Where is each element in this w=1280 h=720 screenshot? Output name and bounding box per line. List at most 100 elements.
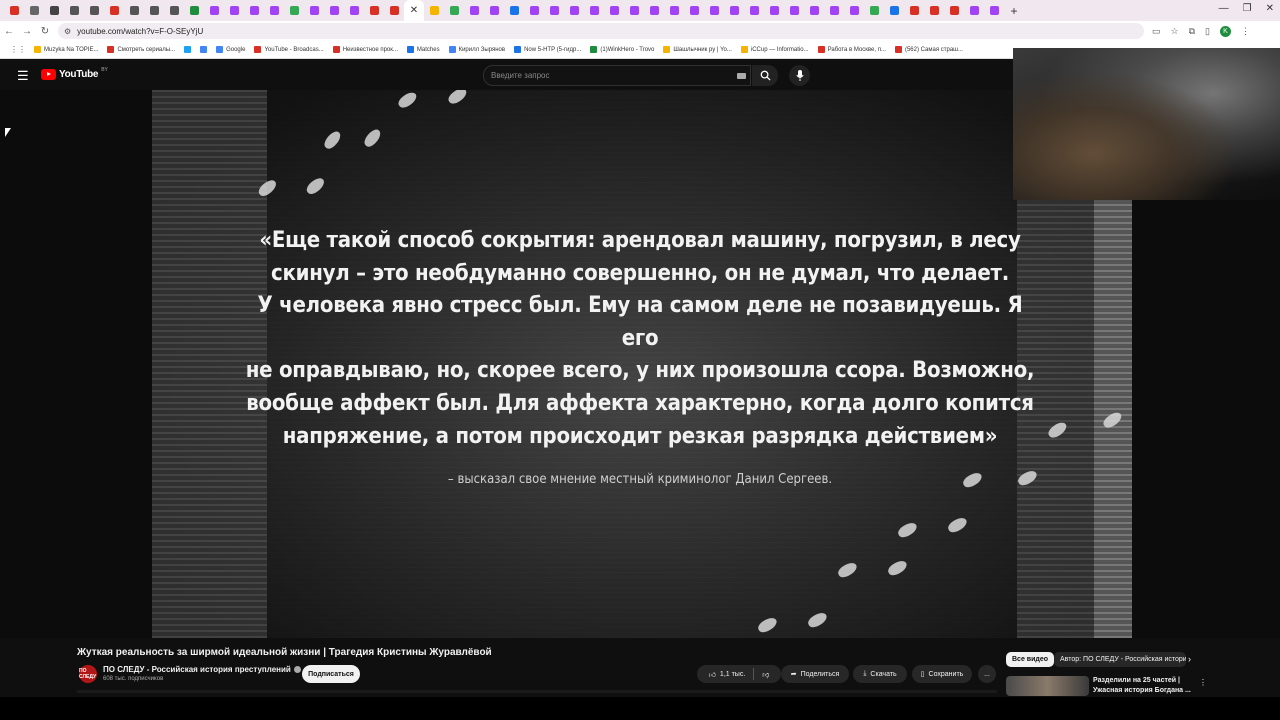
browser-tab[interactable] bbox=[184, 0, 204, 21]
browser-tab[interactable] bbox=[664, 0, 684, 21]
recommended-menu-icon[interactable]: ⋮ bbox=[1199, 678, 1207, 687]
reload-icon[interactable]: ↻ bbox=[36, 26, 54, 37]
youtube-logo[interactable]: YouTube BY bbox=[41, 67, 108, 80]
save-button[interactable]: ▯ Сохранить bbox=[912, 665, 972, 683]
browser-tab[interactable] bbox=[504, 0, 524, 21]
browser-tab[interactable] bbox=[844, 0, 864, 21]
browser-tab[interactable] bbox=[144, 0, 164, 21]
close-tab-icon[interactable]: ✕ bbox=[410, 5, 418, 16]
forward-icon[interactable]: → bbox=[18, 26, 36, 37]
chip-all-videos[interactable]: Все видео bbox=[1006, 652, 1055, 667]
dislike-button[interactable]: 👎︎ bbox=[762, 670, 769, 679]
browser-tab[interactable] bbox=[224, 0, 244, 21]
browser-tab[interactable] bbox=[804, 0, 824, 21]
bookmark-item[interactable]: (562) Самая страш... bbox=[894, 46, 963, 53]
minimize-icon[interactable]: — bbox=[1219, 3, 1229, 14]
browser-tab[interactable] bbox=[624, 0, 644, 21]
browser-tab[interactable] bbox=[684, 0, 704, 21]
chevron-right-icon[interactable]: › bbox=[1188, 654, 1191, 664]
apps-icon[interactable]: ⋮⋮ bbox=[10, 45, 26, 54]
browser-tab[interactable] bbox=[304, 0, 324, 21]
bookmark-star-icon[interactable]: ☆ bbox=[1171, 26, 1179, 37]
browser-tab[interactable] bbox=[964, 0, 984, 21]
cast-icon[interactable]: ▭ bbox=[1152, 26, 1161, 37]
browser-tab[interactable] bbox=[104, 0, 124, 21]
browser-tab[interactable] bbox=[704, 0, 724, 21]
browser-tab[interactable] bbox=[284, 0, 304, 21]
address-bar[interactable]: ⚙ youtube.com/watch?v=F-O-SEyYjU bbox=[58, 23, 1144, 39]
browser-tab[interactable] bbox=[244, 0, 264, 21]
voice-search-button[interactable] bbox=[789, 65, 810, 86]
browser-tab[interactable] bbox=[784, 0, 804, 21]
browser-tab[interactable] bbox=[904, 0, 924, 21]
browser-tab[interactable] bbox=[824, 0, 844, 21]
sidebar-icon[interactable]: ▯ bbox=[1205, 26, 1210, 37]
bookmark-item[interactable]: Работа в Москве, п... bbox=[817, 46, 886, 53]
bookmark-item[interactable]: Шашлычник ру | Yo... bbox=[663, 46, 732, 53]
browser-tab[interactable] bbox=[204, 0, 224, 21]
bookmark-item[interactable]: Matches bbox=[406, 46, 440, 53]
browser-tab[interactable] bbox=[424, 0, 444, 21]
browser-tab[interactable] bbox=[984, 0, 1004, 21]
browser-tab[interactable] bbox=[544, 0, 564, 21]
browser-tab[interactable] bbox=[484, 0, 504, 21]
site-info-icon[interactable]: ⚙ bbox=[64, 27, 71, 36]
search-button[interactable] bbox=[752, 65, 778, 86]
browser-tab[interactable] bbox=[364, 0, 384, 21]
browser-tab[interactable]: ✕ bbox=[404, 0, 424, 21]
bookmark-item[interactable]: iCCup — Informatio... bbox=[740, 46, 809, 53]
browser-tab[interactable] bbox=[564, 0, 584, 21]
browser-tab[interactable] bbox=[84, 0, 104, 21]
bookmark-item[interactable] bbox=[184, 46, 192, 53]
channel-name[interactable]: ПО СЛЕДУ - Российская история преступлен… bbox=[103, 665, 301, 674]
browser-tab[interactable] bbox=[24, 0, 44, 21]
more-actions-button[interactable]: ... bbox=[978, 665, 996, 683]
maximize-icon[interactable]: ❐ bbox=[1243, 3, 1252, 14]
browser-tab[interactable] bbox=[764, 0, 784, 21]
browser-tab[interactable] bbox=[64, 0, 84, 21]
browser-tab[interactable] bbox=[524, 0, 544, 21]
browser-tab[interactable] bbox=[44, 0, 64, 21]
back-icon[interactable]: ← bbox=[0, 26, 18, 37]
browser-tab[interactable] bbox=[884, 0, 904, 21]
bookmark-item[interactable]: Кирилл Зырянов bbox=[448, 46, 505, 53]
browser-tab[interactable] bbox=[124, 0, 144, 21]
extensions-icon[interactable]: ⧉ bbox=[1189, 26, 1195, 37]
bookmark-item[interactable]: Now 5-HTP (5-гидр... bbox=[514, 46, 581, 53]
share-button[interactable]: ➦ Поделиться bbox=[781, 665, 849, 683]
menu-icon[interactable]: ⋮ bbox=[1241, 26, 1250, 37]
browser-tab[interactable] bbox=[744, 0, 764, 21]
channel-avatar[interactable]: ПО СЛЕДУ bbox=[79, 665, 97, 683]
browser-tab[interactable] bbox=[464, 0, 484, 21]
browser-tab[interactable] bbox=[644, 0, 664, 21]
browser-tab[interactable] bbox=[924, 0, 944, 21]
bookmark-item[interactable]: (1)WinkHero - Trovo bbox=[590, 46, 654, 53]
browser-tab[interactable] bbox=[604, 0, 624, 21]
browser-tab[interactable] bbox=[444, 0, 464, 21]
bookmark-item[interactable]: Неизвестное прок... bbox=[332, 46, 398, 53]
browser-tab[interactable] bbox=[864, 0, 884, 21]
browser-tab[interactable] bbox=[264, 0, 284, 21]
recommended-title[interactable]: Разделили на 25 частей | Ужасная история… bbox=[1093, 676, 1193, 696]
search-input[interactable]: Введите запрос bbox=[483, 65, 751, 86]
new-tab-button[interactable]: + bbox=[1004, 0, 1024, 21]
bookmark-item[interactable]: Смотреть сериалы... bbox=[107, 46, 175, 53]
bookmark-item[interactable]: Muzyka Na TOPIE... bbox=[34, 46, 98, 53]
bookmark-item[interactable]: YouTube - Broadcas... bbox=[254, 46, 324, 53]
browser-tab[interactable] bbox=[584, 0, 604, 21]
close-window-icon[interactable]: ✕ bbox=[1266, 3, 1274, 14]
like-button[interactable]: 👍︎ 1,1 тыс. bbox=[709, 670, 746, 679]
download-button[interactable]: ⤓ Скачать bbox=[853, 665, 907, 683]
profile-avatar[interactable]: K bbox=[1219, 25, 1231, 37]
chip-author[interactable]: Автор: ПО СЛЕДУ - Российская история bbox=[1054, 652, 1186, 667]
browser-tab[interactable] bbox=[164, 0, 184, 21]
browser-tab[interactable] bbox=[344, 0, 364, 21]
bookmark-item[interactable]: Google bbox=[216, 46, 245, 53]
browser-tab[interactable] bbox=[324, 0, 344, 21]
bookmark-item[interactable] bbox=[200, 46, 208, 53]
guide-menu-icon[interactable]: ☰ bbox=[17, 68, 29, 84]
keyboard-icon[interactable] bbox=[737, 72, 746, 79]
subscribe-button[interactable]: Подписаться bbox=[302, 665, 360, 683]
browser-tab[interactable] bbox=[4, 0, 24, 21]
browser-tab[interactable] bbox=[384, 0, 404, 21]
